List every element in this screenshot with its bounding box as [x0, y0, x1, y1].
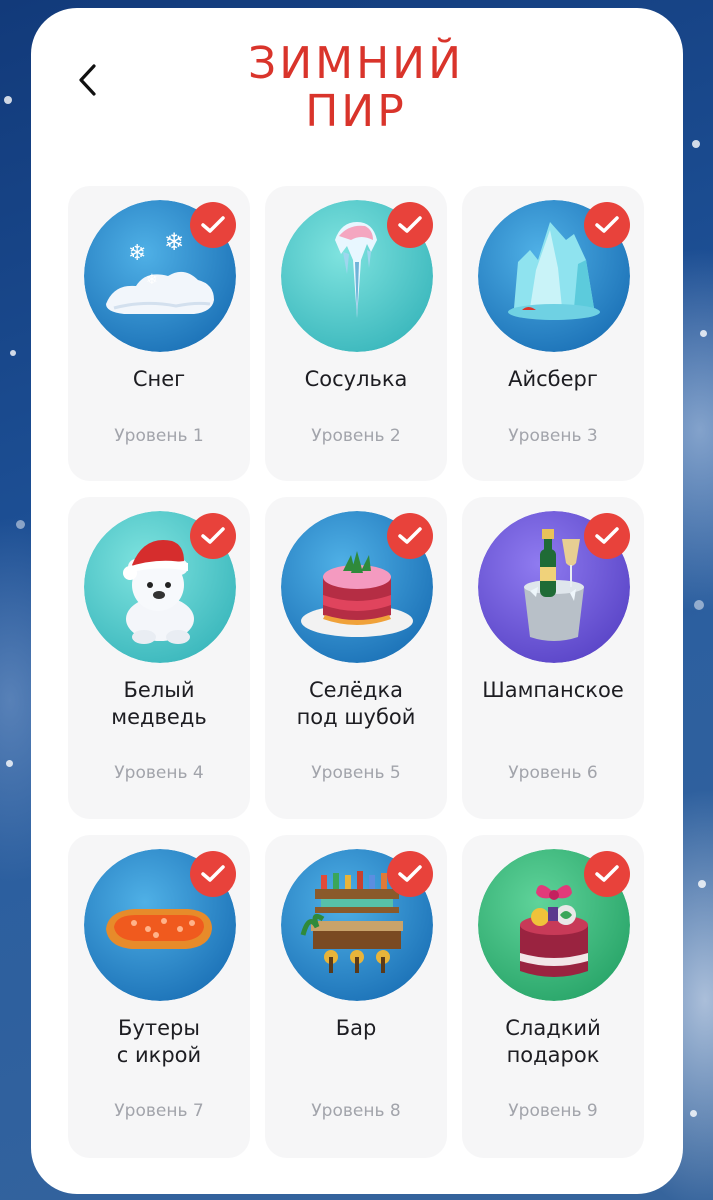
svg-text:❄: ❄: [128, 241, 146, 266]
level-card-6[interactable]: Шампанское Уровень 6: [462, 497, 644, 819]
level-card-9[interactable]: Сладкий подарок Уровень 9: [462, 835, 644, 1158]
completed-check-icon: [387, 202, 433, 248]
completed-check-icon: [190, 851, 236, 897]
level-name: Бар: [335, 1016, 377, 1040]
level-card-8[interactable]: Бар Уровень 8: [265, 835, 447, 1158]
level-name: Сосулька: [304, 367, 408, 391]
completed-check-icon: [584, 851, 630, 897]
level-name: Белый медведь: [111, 678, 207, 729]
level-number: Уровень 7: [114, 1101, 204, 1121]
level-number: Уровень 6: [508, 763, 598, 783]
level-card-4[interactable]: Белый медведь Уровень 4: [68, 497, 250, 819]
level-card-3[interactable]: Айсберг Уровень 3: [462, 186, 644, 481]
level-number: Уровень 1: [114, 426, 204, 446]
level-card-2[interactable]: Сосулька Уровень 2: [265, 186, 447, 481]
level-number: Уровень 3: [508, 426, 598, 446]
completed-check-icon: [190, 513, 236, 559]
completed-check-icon: [387, 851, 433, 897]
back-button[interactable]: [68, 60, 108, 100]
level-card-7[interactable]: Бутеры с икрой Уровень 7: [68, 835, 250, 1158]
level-name: Айсберг: [508, 367, 598, 391]
page-title-line1: ЗИМНИЙ: [248, 38, 464, 89]
level-card-5[interactable]: Селёдка под шубой Уровень 5: [265, 497, 447, 819]
level-number: Уровень 2: [311, 426, 401, 446]
page-title: ЗИМНИЙ ПИР: [200, 40, 512, 136]
level-name: Снег: [132, 367, 186, 391]
svg-text:❄: ❄: [146, 272, 158, 288]
completed-check-icon: [190, 202, 236, 248]
svg-text:❄: ❄: [164, 228, 184, 256]
level-number: Уровень 5: [311, 763, 401, 783]
completed-check-icon: [387, 513, 433, 559]
level-number: Уровень 8: [311, 1101, 401, 1121]
level-name: Бутеры с икрой: [116, 1016, 202, 1067]
level-name: Шампанское: [482, 678, 624, 702]
completed-check-icon: [584, 202, 630, 248]
levels-grid: ❄ ❄ ❄ Снег Уровень 1 Сосулька Уровень 2 …: [68, 186, 645, 1158]
level-number: Уровень 4: [114, 763, 204, 783]
level-card-1[interactable]: ❄ ❄ ❄ Снег Уровень 1: [68, 186, 250, 481]
level-name: Селёдка под шубой: [296, 678, 416, 729]
level-number: Уровень 9: [508, 1101, 598, 1121]
chevron-left-icon: [79, 64, 96, 96]
completed-check-icon: [584, 513, 630, 559]
page-title-line2: ПИР: [305, 86, 407, 137]
level-name: Сладкий подарок: [505, 1016, 601, 1067]
